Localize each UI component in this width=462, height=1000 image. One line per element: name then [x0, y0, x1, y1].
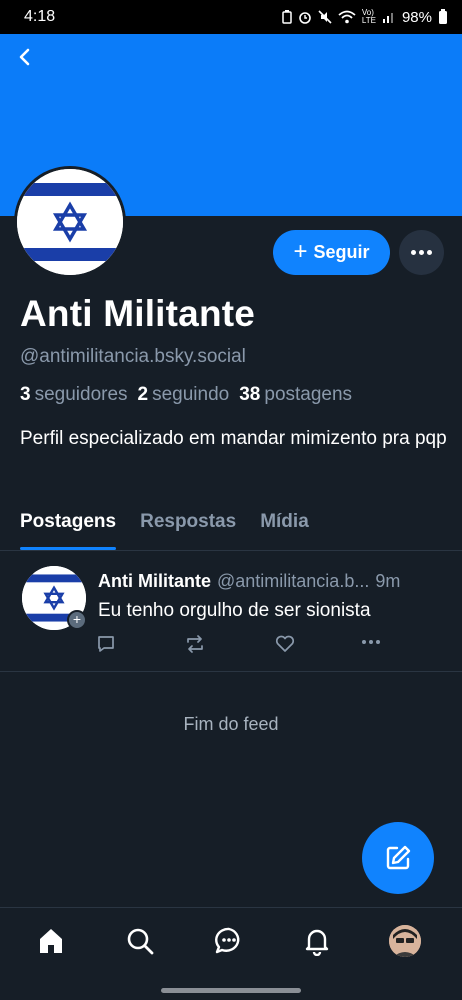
- profile-display-name: Anti Militante: [20, 293, 256, 334]
- nav-chat[interactable]: [212, 924, 246, 958]
- follow-button-label: Seguir: [313, 242, 370, 262]
- post-text: Eu tenho orgulho de ser sionista: [98, 600, 371, 621]
- search-icon: [127, 928, 154, 955]
- bottom-nav: [0, 907, 462, 1000]
- profile-photo-icon: [389, 925, 421, 957]
- signal-icon: [382, 13, 393, 23]
- back-button[interactable]: [10, 42, 40, 72]
- chat-icon: [215, 927, 240, 954]
- feed-post[interactable]: + Anti Militante @antimilitancia.b... 9m…: [0, 552, 462, 672]
- ellipsis-icon: [411, 250, 416, 255]
- follow-button[interactable]: + Seguir: [273, 230, 390, 275]
- battery-icon: [439, 9, 447, 24]
- plus-icon: +: [293, 237, 308, 265]
- more-options-button[interactable]: [399, 230, 444, 275]
- chevron-left-icon: [19, 48, 30, 66]
- israel-flag-image: [17, 169, 123, 275]
- bell-icon: [305, 929, 329, 956]
- compose-button[interactable]: [362, 822, 434, 894]
- post-actions: [96, 634, 396, 656]
- post-more-button[interactable]: [362, 640, 380, 644]
- status-bar: 4:18 Vo) LTE 98%: [0, 0, 462, 34]
- avatar: [389, 925, 421, 957]
- repost-icon: [187, 635, 203, 653]
- home-indicator[interactable]: [161, 988, 301, 993]
- end-of-feed-text: Fim do feed: [183, 714, 279, 734]
- post-author-name[interactable]: Anti Militante: [98, 571, 211, 592]
- nav-notifications[interactable]: [300, 924, 334, 958]
- like-button[interactable]: [274, 634, 296, 654]
- mute-icon: [318, 10, 332, 24]
- ellipsis-icon: [362, 640, 366, 644]
- post-header: Anti Militante @antimilitancia.b... 9m: [98, 571, 448, 592]
- post-timestamp: 9m: [375, 571, 401, 591]
- profile-handle: @antimilitancia.bsky.social: [20, 346, 246, 367]
- profile-avatar[interactable]: [14, 166, 126, 278]
- nav-profile[interactable]: [388, 924, 422, 958]
- follow-plus-icon[interactable]: +: [67, 610, 87, 630]
- comment-icon: [98, 636, 114, 652]
- pencil-square-icon: [386, 845, 411, 870]
- battery-percent: 98%: [401, 8, 432, 26]
- profile-stats: 3 seguidores 2 seguindo 38 postagens: [20, 384, 352, 406]
- heart-icon: [275, 635, 295, 652]
- profile-bio: Perfil especializado em mandar mimizento…: [20, 428, 447, 449]
- alarm-icon: [299, 12, 311, 24]
- reply-button[interactable]: [96, 634, 116, 654]
- home-icon: [40, 929, 62, 953]
- status-icons: Vo) LTE 98%: [282, 9, 448, 26]
- nav-search[interactable]: [123, 924, 157, 958]
- following-stat[interactable]: 2 seguindo: [138, 384, 230, 406]
- tab-midia[interactable]: Mídia: [260, 500, 309, 550]
- repost-button[interactable]: [184, 634, 206, 654]
- tab-respostas[interactable]: Respostas: [140, 500, 236, 550]
- volte-icon: Vo) LTE: [361, 8, 376, 25]
- status-time: 4:18: [24, 8, 56, 25]
- followers-stat[interactable]: 3 seguidores: [20, 384, 128, 406]
- profile-tabs: Postagens Respostas Mídia: [0, 500, 462, 551]
- posts-stat: 38 postagens: [239, 384, 353, 405]
- post-author-handle[interactable]: @antimilitancia.b...: [217, 571, 369, 592]
- nav-home[interactable]: [34, 924, 68, 958]
- wifi-icon: [338, 10, 356, 24]
- battery-saver-icon: [282, 10, 292, 24]
- tab-postagens[interactable]: Postagens: [20, 500, 117, 550]
